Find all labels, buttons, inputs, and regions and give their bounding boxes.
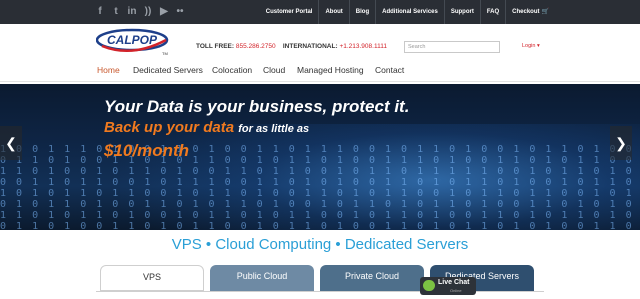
customer-portal-link[interactable]: Customer Portal — [260, 0, 319, 24]
rss-icon[interactable]: )) — [140, 4, 156, 20]
tab-private-cloud[interactable]: Private Cloud — [320, 265, 424, 291]
twitter-icon[interactable]: t — [108, 4, 124, 20]
live-chat-status: Online — [450, 288, 462, 293]
toll-free-label: TOLL FREE: — [196, 43, 235, 50]
facebook-icon[interactable]: f — [92, 4, 108, 20]
blog-link[interactable]: Blog — [348, 0, 375, 24]
flickr-icon[interactable]: •• — [172, 4, 188, 20]
chevron-left-icon: ❮ — [5, 135, 17, 151]
live-chat-label: Live Chat — [438, 279, 470, 286]
nav-contact[interactable]: Contact — [375, 65, 404, 75]
chevron-right-icon: ❯ — [615, 135, 627, 151]
calpop-logo[interactable]: CALPOP TM — [96, 28, 174, 56]
carousel-prev-button[interactable]: ❮ — [0, 126, 22, 160]
chat-bubble-icon — [423, 280, 435, 291]
faq-link[interactable]: FAQ — [479, 0, 505, 24]
nav-cloud[interactable]: Cloud — [263, 65, 285, 75]
hero-subline: Back up your data for as little as — [104, 119, 309, 136]
logo-text: CALPOP — [107, 33, 158, 47]
about-link[interactable]: About — [318, 0, 348, 24]
nav-dedicated-servers[interactable]: Dedicated Servers — [133, 65, 203, 75]
hero-price: $10/month — [104, 141, 190, 160]
logo-tm: TM — [162, 51, 168, 56]
nav-home[interactable]: Home — [97, 65, 120, 75]
login-dropdown[interactable]: Login ▾ — [522, 43, 540, 49]
hero-headline: Your Data is your business, protect it. — [104, 97, 410, 116]
top-bar: f t in )) ▶ •• Customer Portal About Blo… — [0, 0, 640, 24]
international-label: INTERNATIONAL: — [282, 43, 338, 50]
carousel-next-button[interactable]: ❯ — [610, 126, 632, 160]
services-tagline: VPS • Cloud Computing • Dedicated Server… — [171, 236, 469, 253]
youtube-icon[interactable]: ▶ — [156, 4, 172, 20]
cart-icon: 🛒 — [541, 9, 549, 15]
linkedin-icon[interactable]: in — [124, 4, 140, 20]
nav-managed-hosting[interactable]: Managed Hosting — [297, 65, 364, 75]
main-nav: Home Dedicated Servers Colocation Cloud … — [0, 60, 640, 82]
tab-content-divider — [96, 291, 544, 299]
social-links: f t in )) ▶ •• — [92, 4, 188, 20]
tab-public-cloud[interactable]: Public Cloud — [210, 265, 314, 291]
toll-free-number: 855.286.2750 — [235, 43, 276, 50]
chevron-down-icon: ▾ — [537, 43, 540, 49]
contact-numbers: TOLL FREE: 855.286.2750 INTERNATIONAL: +… — [196, 43, 387, 50]
nav-colocation[interactable]: Colocation — [212, 65, 252, 75]
search-input[interactable]: Search — [404, 41, 500, 53]
hero-highlight: Back up your data — [104, 119, 235, 136]
international-number: +1.213.908.1111 — [339, 43, 387, 50]
live-chat-button[interactable]: Live Chat Online — [420, 277, 476, 295]
binary-background: 1 0 0 1 1 1 0 1 0 0 1 1 0 1 0 0 1 1 0 1 … — [0, 144, 634, 230]
tab-vps[interactable]: VPS — [100, 265, 204, 291]
support-link[interactable]: Support — [443, 0, 480, 24]
login-label: Login — [522, 43, 536, 49]
top-links: Customer Portal About Blog Additional Se… — [260, 0, 555, 24]
checkout-link[interactable]: Checkout 🛒 — [505, 0, 555, 24]
hero-subline-rest: for as little as — [238, 123, 310, 135]
additional-services-link[interactable]: Additional Services — [375, 0, 444, 24]
checkout-label: Checkout — [512, 9, 540, 15]
